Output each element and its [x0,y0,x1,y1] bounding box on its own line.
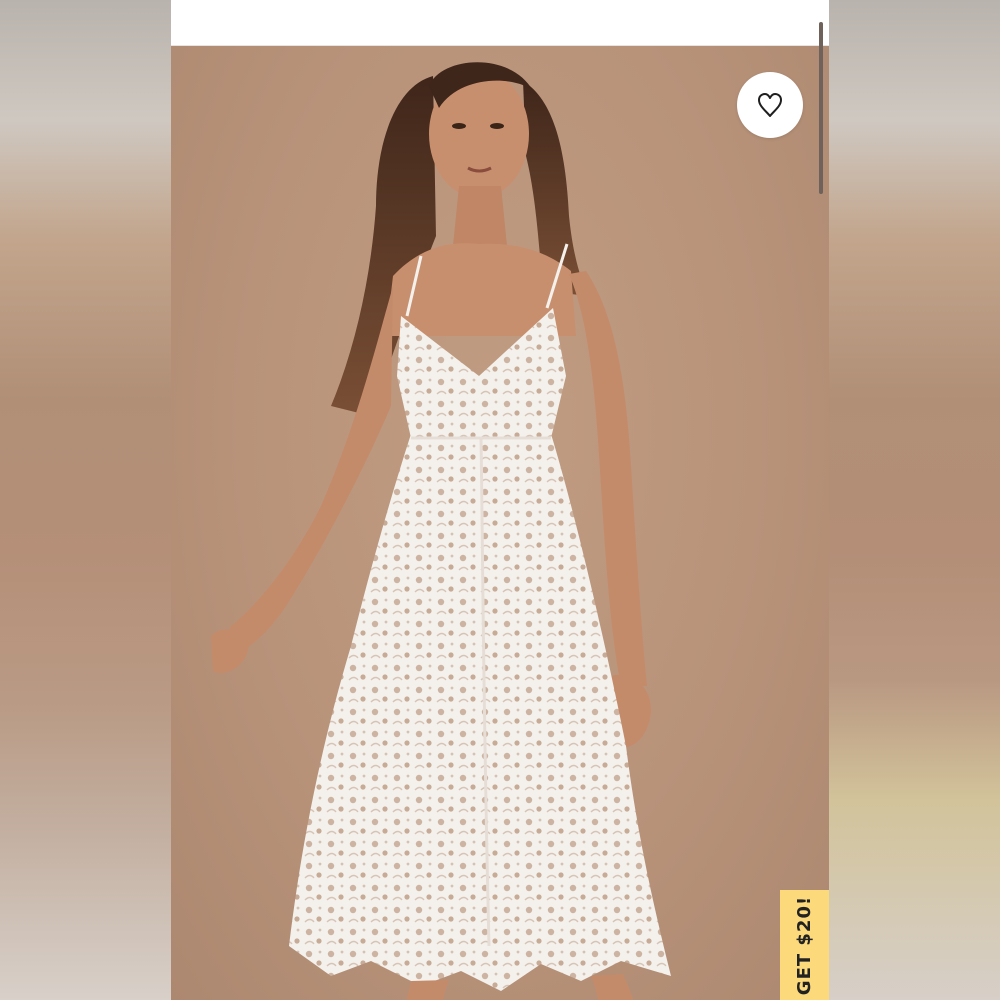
blurred-backdrop-left [0,0,171,1000]
model-in-lace-dress-illustration [211,62,671,1000]
blurred-backdrop-right [829,0,1000,1000]
page-scrollbar[interactable] [819,22,823,194]
promo-tab-label: GET $20! [794,895,815,995]
product-page-view: GET $20! [171,0,829,1000]
page-header-bar [171,0,829,46]
heart-outline-icon [758,93,782,117]
promo-tab[interactable]: GET $20! [780,890,829,1000]
product-image[interactable] [171,46,829,1000]
screenshot-frame: GET $20! [0,0,1000,1000]
favorite-button[interactable] [737,72,803,138]
